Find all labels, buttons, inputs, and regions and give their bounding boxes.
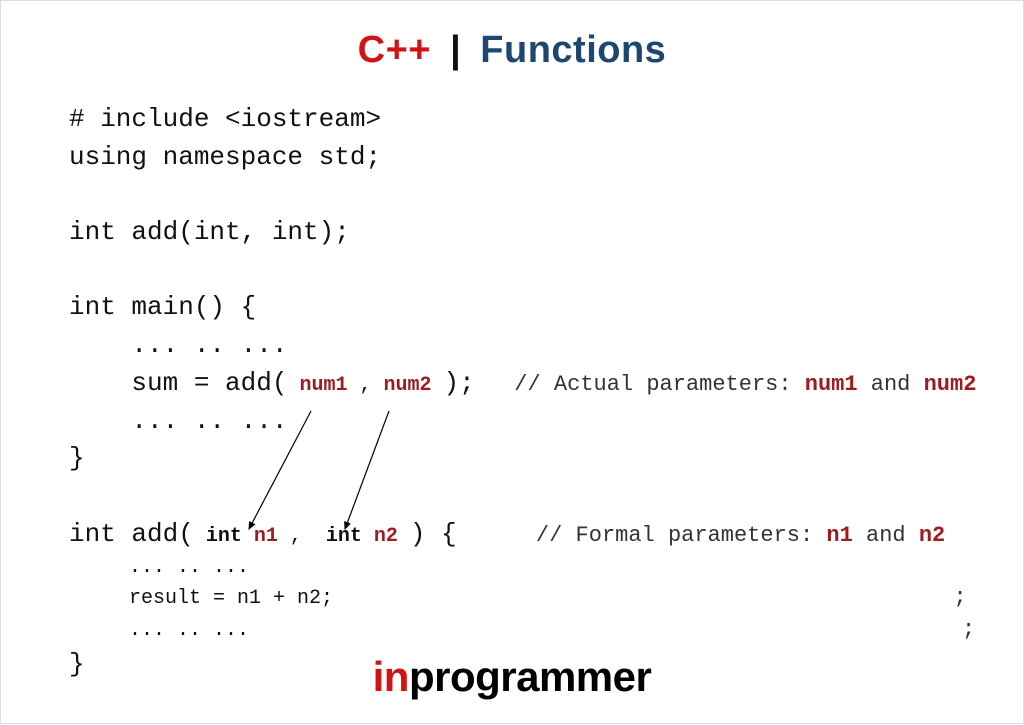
code-line: ... .. ... [69, 327, 976, 365]
actual-param-num1: num1 [287, 374, 359, 397]
code-line [69, 252, 976, 290]
result-expr: result = n1 + n2; [69, 587, 333, 610]
title-functions: Functions [480, 29, 666, 71]
page-title: C++ | Functions [1, 1, 1023, 72]
code-line-call: sum = add( num1 , num2 ); // Actual para… [69, 365, 976, 403]
comment-text: and [853, 523, 919, 548]
comment-actual: // Actual parameters: num1 and num2 [475, 372, 977, 397]
code-line-def: int add( int n1 , int n2 ) { // Formal p… [69, 516, 976, 554]
ellipsis: ... .. ... [69, 619, 249, 642]
code-line-result: result = n1 + n2; ; [69, 582, 976, 614]
code-line [69, 478, 976, 516]
title-cpp: C++ [358, 29, 431, 71]
comment-formal: // Formal parameters: n1 and n2 [457, 523, 946, 548]
formal-param-n2: n2 [362, 525, 410, 548]
formal-param-n1: n1 [242, 525, 290, 548]
brand-rest: programmer [409, 653, 651, 700]
type-int: int [194, 525, 242, 548]
code-line: # include <iostream> [69, 101, 976, 139]
code-line: } [69, 440, 976, 478]
comment-num2: num2 [924, 372, 977, 397]
actual-param-num2: num2 [371, 374, 443, 397]
comment-n2: n2 [919, 523, 945, 548]
def-close: ) { [410, 519, 457, 549]
code-line: int main() { [69, 289, 976, 327]
call-prefix: sum = add( [69, 368, 287, 398]
brand-in: in [373, 653, 409, 700]
code-block: # include <iostream> using namespace std… [69, 101, 976, 684]
footer-brand: inprogrammer [1, 653, 1023, 701]
code-line [69, 176, 976, 214]
comment-n1: n1 [826, 523, 852, 548]
type-int: int [302, 525, 362, 548]
title-bar: | [450, 29, 461, 71]
stray-semicolon: ; [333, 585, 967, 610]
comment-num1: num1 [805, 372, 858, 397]
comma: , [359, 374, 371, 397]
comma: , [290, 525, 302, 548]
code-line: using namespace std; [69, 139, 976, 177]
code-line: ... .. ... ; [69, 614, 976, 646]
code-line: ... .. ... [69, 553, 976, 582]
code-line: ... .. ... [69, 403, 976, 441]
comment-text: and [858, 372, 924, 397]
code-line: int add(int, int); [69, 214, 976, 252]
comment-text: // Actual parameters: [475, 372, 805, 397]
def-prefix: int add( [69, 519, 194, 549]
comment-text: // Formal parameters: [457, 523, 827, 548]
call-close: ); [443, 368, 474, 398]
stray-semicolon: ; [249, 617, 975, 642]
